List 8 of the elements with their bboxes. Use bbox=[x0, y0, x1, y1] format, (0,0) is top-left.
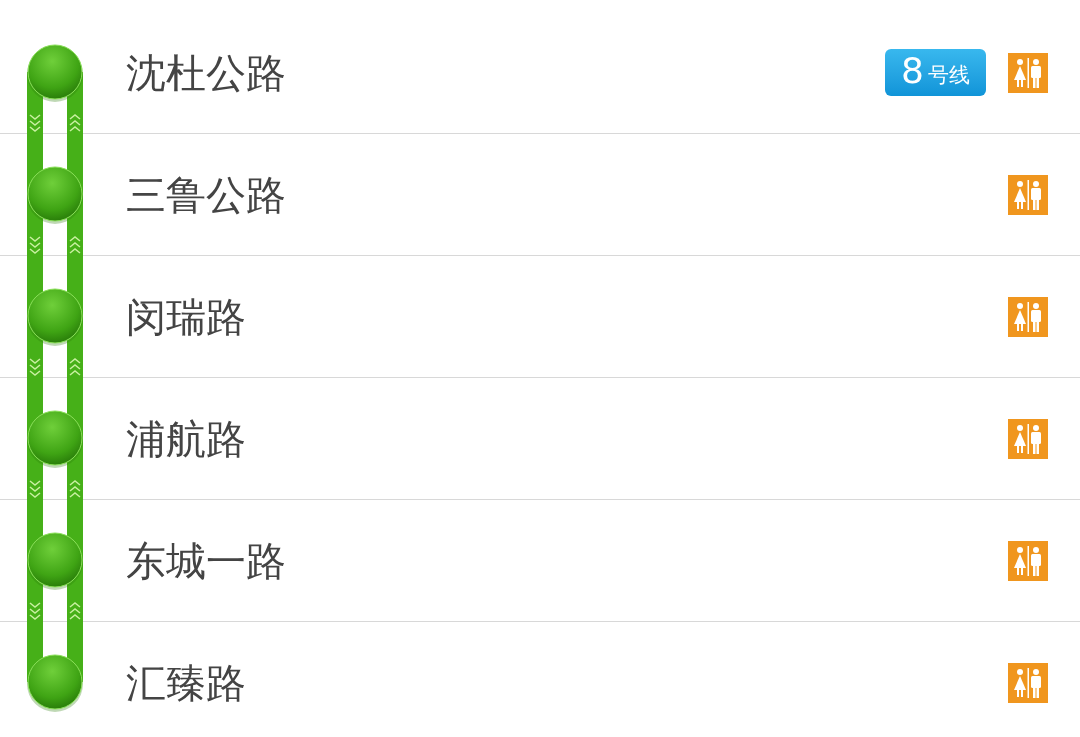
line-number: 8 bbox=[901, 53, 924, 89]
line-label: 号线 bbox=[928, 65, 970, 89]
station-name: 沈杜公路 bbox=[126, 52, 286, 93]
station-name: 闵瑞路 bbox=[126, 296, 246, 337]
station-name: 三鲁公路 bbox=[126, 174, 286, 215]
station-name: 浦航路 bbox=[126, 418, 246, 459]
station-name: 汇臻路 bbox=[126, 663, 246, 703]
station-name: 东城一路 bbox=[126, 540, 286, 581]
